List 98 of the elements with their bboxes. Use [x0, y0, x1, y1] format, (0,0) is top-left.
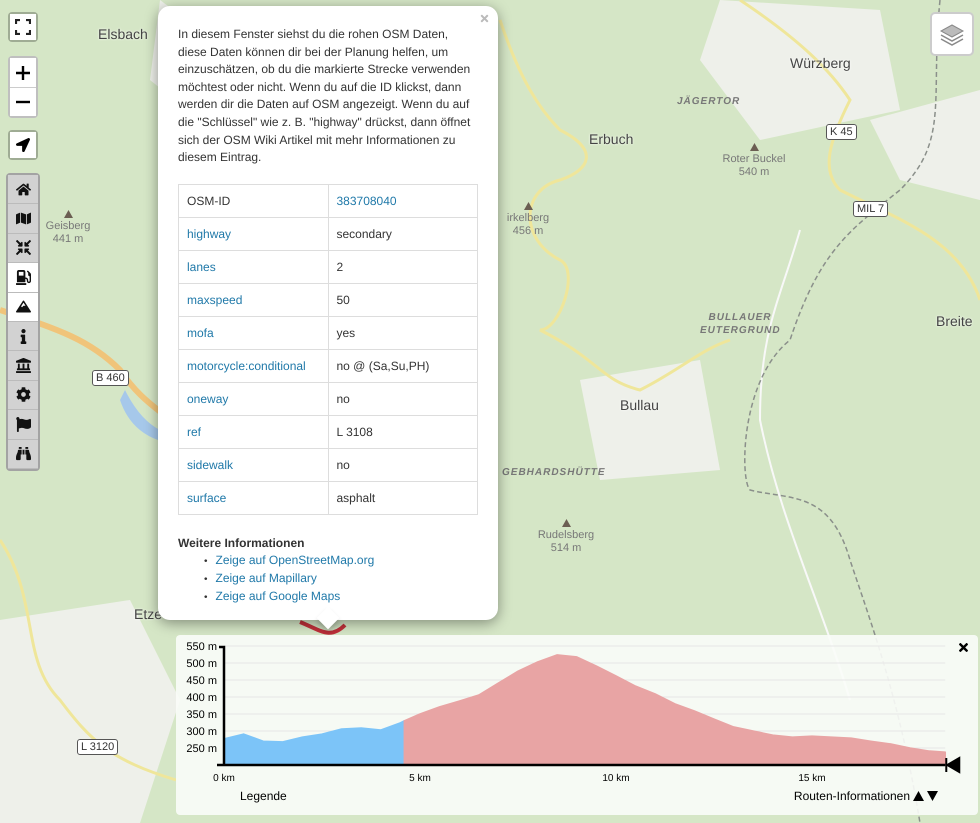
tag-key-link[interactable]: mofa	[187, 326, 214, 340]
bullet: •	[204, 590, 208, 605]
tool-button[interactable]	[8, 263, 38, 293]
area-label: JÄGERTOR	[677, 95, 740, 108]
tag-key-link[interactable]: sidewalk	[187, 458, 234, 472]
route-end-marker-icon	[945, 757, 960, 773]
route-info-toggle[interactable]: Routen-Informationen	[794, 789, 910, 803]
tool-button[interactable]	[8, 175, 38, 204]
peak-triangle-icon	[750, 143, 758, 151]
fullscreen-icon	[15, 19, 31, 35]
road-number: B 460	[92, 370, 129, 386]
plus-icon	[16, 66, 30, 80]
road-number: MIL 7	[853, 201, 888, 217]
osm-id-link[interactable]: 383708040	[336, 194, 397, 208]
tool-button[interactable]	[8, 440, 38, 469]
y-tick-label: 450 m	[186, 675, 217, 687]
external-link[interactable]: Zeige auf Google Maps	[216, 588, 340, 605]
tool-button[interactable]	[8, 351, 38, 381]
peak-name: irkelberg	[506, 212, 550, 225]
tag-key-link[interactable]: maxspeed	[187, 292, 242, 307]
tag-key-link[interactable]: oneway	[187, 392, 228, 406]
place-label: Würzberg	[790, 55, 851, 71]
peak-elevation: 456 m	[512, 225, 544, 238]
y-tick-label: 400 m	[186, 692, 217, 704]
area-label: BULLAUER EUTERGRUND	[700, 311, 780, 337]
x-tick-label: 10 km	[602, 773, 630, 784]
tag-value: yes	[336, 326, 356, 340]
y-tick-label: 250 m	[186, 743, 217, 755]
road-number: L 3120	[77, 739, 118, 755]
bullet: •	[204, 572, 208, 587]
peak-name: Geisberg	[46, 220, 90, 233]
map-icon	[16, 211, 30, 226]
museum-building-icon	[16, 358, 30, 374]
home-icon	[16, 182, 30, 197]
peak-name: Rudelsberg	[538, 529, 594, 542]
place-label: Erbuch	[589, 131, 634, 147]
bullet: •	[204, 554, 208, 569]
place-label: Elsbach	[98, 26, 148, 42]
external-link[interactable]: Zeige auf Mapillary	[216, 570, 317, 587]
locate-button[interactable]	[8, 130, 38, 160]
tag-value: 2	[336, 260, 344, 274]
external-link[interactable]: Zeige auf OpenStreetMap.org	[216, 552, 374, 569]
tag-key-link[interactable]: surface	[187, 490, 226, 505]
place-label: Breite	[936, 313, 973, 329]
tag-value: L 3108	[336, 424, 373, 439]
tag-value: 50	[336, 292, 350, 307]
tool-button[interactable]	[8, 410, 38, 440]
tool-button[interactable]	[8, 234, 38, 264]
y-tick-label: 550 m	[186, 641, 217, 653]
y-tick-label: 350 m	[186, 709, 217, 721]
peak-name: Roter Buckel	[722, 153, 786, 166]
peak-elevation: 540 m	[738, 166, 770, 179]
x-tick-label: 15 km	[798, 773, 826, 784]
flag-icon	[16, 416, 30, 432]
close-icon	[957, 641, 970, 654]
layers-button[interactable]	[930, 12, 974, 56]
y-tick-label: 300 m	[186, 726, 217, 738]
peak-triangle-icon	[562, 519, 570, 527]
tool-button[interactable]	[8, 322, 38, 352]
x-tick-label: 0 km	[213, 773, 235, 784]
location-arrow-icon	[16, 138, 30, 152]
tag-value: no	[336, 458, 350, 472]
road-number: K 45	[826, 124, 857, 140]
tag-key: OSM-ID	[187, 194, 230, 208]
peak-triangle-icon	[524, 202, 532, 210]
binoculars-icon	[16, 446, 30, 462]
place-label: Etze	[134, 606, 162, 622]
y-tick-label: 500 m	[186, 658, 217, 670]
popup-description: In diesem Fenster siehst du die rohen OSM Daten, diese Daten können dir bei der Planung helfen, um einzuschätzen, ob du die markierte Strecke verwenden möchtest oder nicht. Wenn du auf die ID klickst, dann werden dir die Daten auf OSM angezeigt. Wenn du auf die "Schlüssel" wie z. B. "highway" drückst, dann öffnet sich der OSM Wiki Artikel mit mehr Informationen zu diesem Eintrag.	[178, 26, 472, 166]
tool-button[interactable]	[8, 292, 38, 322]
x-tick-label: 5 km	[409, 773, 431, 784]
caret-up-icon	[913, 791, 924, 801]
close-button[interactable]	[957, 641, 970, 654]
tag-key-link[interactable]: lanes	[187, 260, 216, 274]
peak-triangle-icon	[64, 210, 72, 218]
tag-value: no @ (Sa,Su,PH)	[336, 358, 430, 373]
zoom-out-button[interactable]	[10, 87, 36, 116]
compress-arrows-icon	[16, 240, 30, 256]
legend-toggle[interactable]: Legende	[240, 789, 287, 803]
close-icon	[479, 13, 490, 24]
tag-value: no	[336, 392, 350, 406]
peak-elevation: 441 m	[52, 233, 84, 246]
more-info-heading: Weitere Informationen	[178, 536, 306, 550]
tag-key-link[interactable]: highway	[187, 226, 232, 241]
tag-value: secondary	[336, 226, 392, 241]
fullscreen-button[interactable]	[8, 12, 38, 42]
tag-key-link[interactable]: ref	[187, 424, 202, 439]
area-label: GEBHARDSHÜTTE	[502, 466, 606, 479]
tool-button[interactable]	[8, 204, 38, 234]
tool-button[interactable]	[8, 380, 38, 410]
tag-value: asphalt	[336, 490, 376, 505]
settings-icon	[16, 387, 30, 402]
caret-down-icon	[927, 791, 938, 801]
place-label: Bullau	[620, 397, 659, 413]
mountain-icon	[16, 299, 30, 314]
minus-icon	[16, 100, 30, 104]
peak-elevation: 514 m	[550, 542, 582, 555]
fuel-pump-icon	[16, 270, 30, 285]
